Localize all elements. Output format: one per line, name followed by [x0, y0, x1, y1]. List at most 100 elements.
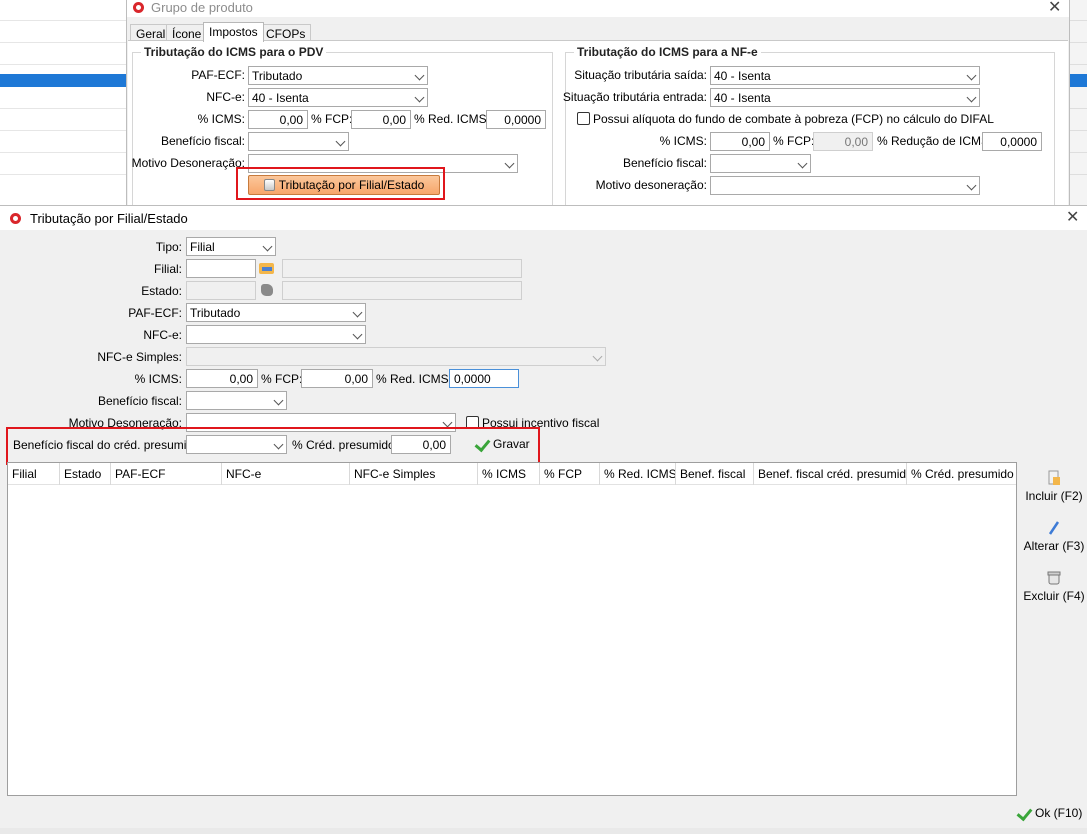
paf-ecf-select[interactable]: Tributado	[186, 303, 366, 322]
tipo-select[interactable]: Filial	[186, 237, 276, 256]
trash-icon	[1047, 571, 1061, 585]
col-filial[interactable]: Filial	[8, 463, 60, 485]
fcp-difal-checkbox[interactable]	[577, 112, 590, 125]
incluir-button[interactable]: Incluir (F2)	[1022, 470, 1086, 503]
pdv-nfce-select[interactable]: 40 - Isenta	[248, 88, 428, 107]
chevron-down-icon	[335, 136, 346, 147]
ok-button[interactable]: Ok (F10)	[1018, 806, 1082, 820]
col-icms[interactable]: % ICMS	[478, 463, 540, 485]
icms-label: % ICMS:	[134, 372, 182, 386]
nfce-simples-select[interactable]	[186, 347, 606, 366]
nfce-select[interactable]	[186, 325, 366, 344]
col-nfce-simples[interactable]: NFC-e Simples	[350, 463, 478, 485]
filial-name-field	[282, 259, 522, 278]
chevron-down-icon	[352, 307, 363, 318]
highlight-box-cred-presumido	[6, 427, 540, 465]
check-icon	[1018, 806, 1032, 820]
chevron-down-icon	[966, 92, 977, 103]
chevron-down-icon	[592, 351, 603, 362]
nfe-entrada-label: Situação tributária entrada:	[562, 90, 707, 104]
chevron-down-icon	[797, 158, 808, 169]
nfe-red-label: % Redução de ICMS:	[877, 134, 993, 148]
nfe-beneficio-select[interactable]	[710, 154, 811, 173]
estado-name-field	[282, 281, 522, 300]
chevron-down-icon	[504, 158, 515, 169]
tab-icone[interactable]: Ícone	[166, 24, 208, 41]
excluir-button[interactable]: Excluir (F4)	[1022, 570, 1086, 603]
tab-cfops[interactable]: CFOPs	[260, 24, 312, 41]
pdv-icms-input[interactable]: 0,00	[248, 110, 308, 129]
pdv-icms-label: % ICMS:	[197, 112, 245, 126]
nfe-fcp-label: % FCP:	[773, 134, 815, 148]
background-list-right	[1070, 0, 1087, 205]
window-title: Tributação por Filial/Estado	[30, 211, 188, 226]
pdv-group-title: Tributação do ICMS para o PDV	[141, 45, 327, 59]
col-benef-fiscal[interactable]: Benef. fiscal	[676, 463, 754, 485]
estado-code-input[interactable]	[186, 281, 256, 300]
col-fcp[interactable]: % FCP	[540, 463, 600, 485]
pdv-beneficio-select[interactable]	[248, 132, 349, 151]
filial-code-input[interactable]	[186, 259, 256, 278]
map-icon[interactable]	[259, 283, 275, 297]
tributacao-filial-estado-window: Tributação por Filial/Estado ✕ Tipo: Fil…	[0, 205, 1087, 828]
chevron-down-icon	[966, 180, 977, 191]
fcp-label: % FCP:	[261, 372, 303, 386]
background-list	[0, 0, 126, 205]
nfe-fcp-input[interactable]: 0,00	[813, 132, 873, 151]
icms-input[interactable]: 0,00	[186, 369, 258, 388]
chevron-down-icon	[442, 417, 453, 428]
paf-ecf-label: PAF-ECF:	[128, 306, 182, 320]
highlight-box-tribut-button	[236, 167, 445, 200]
col-red-icms[interactable]: % Red. ICMS	[600, 463, 676, 485]
pdv-fcp-input[interactable]: 0,00	[351, 110, 411, 129]
tributacao-grid[interactable]: Filial Estado PAF-ECF NFC-e NFC-e Simple…	[7, 462, 1017, 796]
tab-impostos[interactable]: Impostos	[203, 22, 264, 42]
close-icon[interactable]: ✕	[1048, 0, 1061, 16]
col-nfce[interactable]: NFC-e	[222, 463, 350, 485]
nfe-saida-label: Situação tributária saída:	[574, 68, 707, 82]
title-bar: Tributação por Filial/Estado ✕	[0, 206, 1087, 230]
close-icon[interactable]: ✕	[1066, 210, 1079, 226]
red-icms-input[interactable]: 0,0000	[449, 369, 519, 388]
beneficio-select[interactable]	[186, 391, 287, 410]
nfe-beneficio-label: Benefício fiscal:	[622, 156, 707, 170]
pdv-paf-ecf-label: PAF-ECF:	[191, 68, 245, 82]
chevron-down-icon	[414, 70, 425, 81]
grid-header: Filial Estado PAF-ECF NFC-e NFC-e Simple…	[8, 463, 1016, 485]
nfce-label: NFC-e:	[143, 328, 182, 342]
nfe-motivo-label: Motivo desoneração:	[595, 178, 707, 192]
nfe-red-input[interactable]: 0,0000	[982, 132, 1042, 151]
pencil-icon	[1048, 521, 1060, 535]
alterar-button[interactable]: Alterar (F3)	[1022, 520, 1086, 553]
window-title: Grupo de produto	[151, 0, 253, 15]
pdv-nfce-label: NFC-e:	[206, 90, 245, 104]
pdv-motivo-label: Motivo Desoneração:	[131, 156, 245, 170]
tipo-label: Tipo:	[155, 240, 182, 254]
search-folder-icon[interactable]	[259, 261, 275, 275]
beneficio-label: Benefício fiscal:	[97, 394, 182, 408]
red-icms-label: % Red. ICMS:	[376, 372, 453, 386]
nfe-saida-select[interactable]: 40 - Isenta	[710, 66, 980, 85]
col-estado[interactable]: Estado	[60, 463, 111, 485]
chevron-down-icon	[966, 70, 977, 81]
pdv-paf-ecf-select[interactable]: Tributado	[248, 66, 428, 85]
app-logo-icon	[9, 212, 22, 225]
nfe-icms-label: % ICMS:	[659, 134, 707, 148]
pdv-red-icms-label: % Red. ICMS:	[414, 112, 491, 126]
chevron-down-icon	[262, 241, 273, 252]
col-cred-presumido[interactable]: % Créd. presumido	[907, 463, 1016, 485]
pdv-fcp-label: % FCP:	[311, 112, 353, 126]
app-logo-icon	[132, 1, 145, 14]
nfe-icms-input[interactable]: 0,00	[710, 132, 770, 151]
pdv-beneficio-label: Benefício fiscal:	[160, 134, 245, 148]
nfe-entrada-select[interactable]: 40 - Isenta	[710, 88, 980, 107]
nfce-simples-label: NFC-e Simples:	[97, 350, 182, 364]
col-benef-cred-presumido[interactable]: Benef. fiscal créd. presumido	[754, 463, 907, 485]
chevron-down-icon	[273, 395, 284, 406]
col-paf-ecf[interactable]: PAF-ECF	[111, 463, 222, 485]
chevron-down-icon	[352, 329, 363, 340]
nfe-motivo-select[interactable]	[710, 176, 980, 195]
fcp-input[interactable]: 0,00	[301, 369, 373, 388]
pdv-red-icms-input[interactable]: 0,0000	[486, 110, 546, 129]
estado-label: Estado:	[141, 284, 182, 298]
